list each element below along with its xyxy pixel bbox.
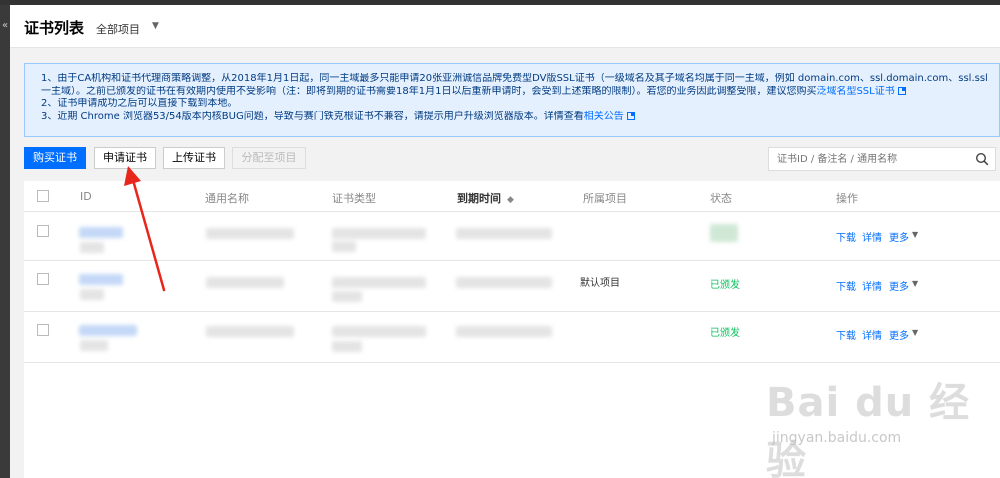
column-id: ID [80, 190, 92, 203]
row-checkbox[interactable] [37, 273, 49, 285]
notice-line-4-text: 3、近期 Chrome 浏览器53/54版本内核BUG问题，导致与赛门铁克根证书… [41, 110, 584, 122]
page-header: 证书列表 全部项目 ▼ [10, 5, 1000, 48]
column-project: 所属项目 [583, 192, 627, 205]
more-link[interactable]: 更多 [889, 327, 909, 342]
chevron-down-icon: ▼ [912, 279, 919, 288]
baidu-jingyan-watermark: Bai du 经验 jingyan.baidu.com [766, 370, 986, 478]
watermark-logo: Bai du 经验 [766, 380, 971, 478]
search-box [768, 147, 996, 171]
notice-banner: 1、由于CA机构和证书代理商策略调整，从2018年1月1日起，同一主域最多只能申… [24, 63, 1000, 137]
project-selector[interactable]: 全部项目 ▼ [96, 21, 159, 37]
chevron-down-icon: ▼ [912, 230, 919, 239]
announcement-link[interactable]: 相关公告 [584, 111, 624, 122]
toolbar: 购买证书 申请证书 上传证书 分配至项目 [24, 147, 1000, 173]
table-header: ID 通用名称 证书类型 到期时间 ◆ 所属项目 状态 操作 [24, 181, 1000, 212]
row-checkbox[interactable] [37, 324, 49, 336]
more-link[interactable]: 更多 [889, 278, 909, 293]
redacted-expire-time [456, 228, 552, 239]
table-row: 下载 详情 更多 ▼ [24, 213, 1000, 261]
redacted-expire-time [456, 277, 552, 288]
sort-icon[interactable]: ◆ [507, 195, 514, 205]
external-link-icon [626, 111, 635, 120]
redacted-cert-type-sub [332, 241, 356, 252]
column-expire-time[interactable]: 到期时间 ◆ [457, 190, 514, 206]
redacted-remark [80, 242, 104, 253]
detail-link[interactable]: 详情 [862, 278, 882, 293]
more-link[interactable]: 更多 [889, 229, 909, 244]
redacted-cert-type [332, 326, 426, 337]
redacted-common-name [206, 326, 294, 337]
page-title: 证书列表 [24, 19, 85, 37]
watermark-url: jingyan.baidu.com [772, 430, 902, 446]
wildcard-cert-link[interactable]: 泛域名型SSL证书 [816, 86, 894, 97]
column-cert-type: 证书类型 [332, 192, 376, 205]
apply-certificate-button[interactable]: 申请证书 [94, 147, 156, 169]
search-icon[interactable] [975, 152, 989, 166]
upload-certificate-button[interactable]: 上传证书 [163, 147, 225, 169]
notice-line-3: 2、证书申请成功之后可以直接下载到本地。 [41, 98, 238, 109]
redacted-cert-type-sub [332, 341, 362, 352]
notice-line-1: 1、由于CA机构和证书代理商策略调整，从2018年1月1日起，同一主域最多只能申… [41, 73, 989, 84]
redacted-id [79, 325, 137, 336]
redacted-id [79, 227, 123, 238]
notice-line-4: 3、近期 Chrome 浏览器53/54版本内核BUG问题，导致与赛门铁克根证书… [41, 111, 989, 124]
select-all-checkbox[interactable] [37, 190, 49, 202]
project-selector-label: 全部项目 [96, 23, 140, 36]
redacted-cert-type [332, 228, 426, 239]
left-sidebar: « [0, 5, 10, 478]
redacted-common-name [206, 277, 284, 288]
external-link-icon [897, 86, 906, 95]
redacted-remark [80, 289, 104, 300]
redacted-cert-type-sub [332, 291, 362, 302]
chevron-down-icon: ▼ [152, 21, 159, 31]
row-checkbox[interactable] [37, 225, 49, 237]
column-common-name: 通用名称 [205, 192, 249, 205]
chevron-down-icon: ▼ [912, 328, 919, 337]
column-expire-label: 到期时间 [457, 192, 501, 205]
download-link[interactable]: 下载 [836, 327, 856, 342]
buy-certificate-button[interactable]: 购买证书 [24, 147, 86, 169]
notice-line-2-text: 一主域）。之前已颁发的证书在有效期内使用不受影响（注：即将到期的证书需要18年1… [41, 85, 817, 97]
table-row: 已颁发 下载 详情 更多 ▼ [24, 313, 1000, 363]
status-badge: 已颁发 [710, 328, 740, 339]
status-badge: 已颁发 [710, 280, 740, 291]
search-input[interactable] [769, 148, 969, 170]
redacted-common-name [206, 228, 294, 239]
detail-link[interactable]: 详情 [862, 327, 882, 342]
column-status: 状态 [710, 192, 732, 205]
redacted-id [79, 274, 123, 285]
collapse-sidebar-icon[interactable]: « [0, 21, 10, 31]
redacted-expire-time [456, 326, 552, 337]
table-row: 默认项目 已颁发 下载 详情 更多 ▼ [24, 262, 1000, 312]
assign-project-button[interactable]: 分配至项目 [232, 147, 306, 169]
column-operations: 操作 [836, 192, 858, 205]
redacted-cert-type [332, 277, 426, 288]
notice-line-2: 一主域）。之前已颁发的证书在有效期内使用不受影响（注：即将到期的证书需要18年1… [41, 86, 989, 99]
redacted-status [710, 224, 738, 242]
detail-link[interactable]: 详情 [862, 229, 882, 244]
row-project: 默认项目 [580, 278, 620, 289]
download-link[interactable]: 下载 [836, 278, 856, 293]
download-link[interactable]: 下载 [836, 229, 856, 244]
redacted-remark [80, 340, 108, 351]
